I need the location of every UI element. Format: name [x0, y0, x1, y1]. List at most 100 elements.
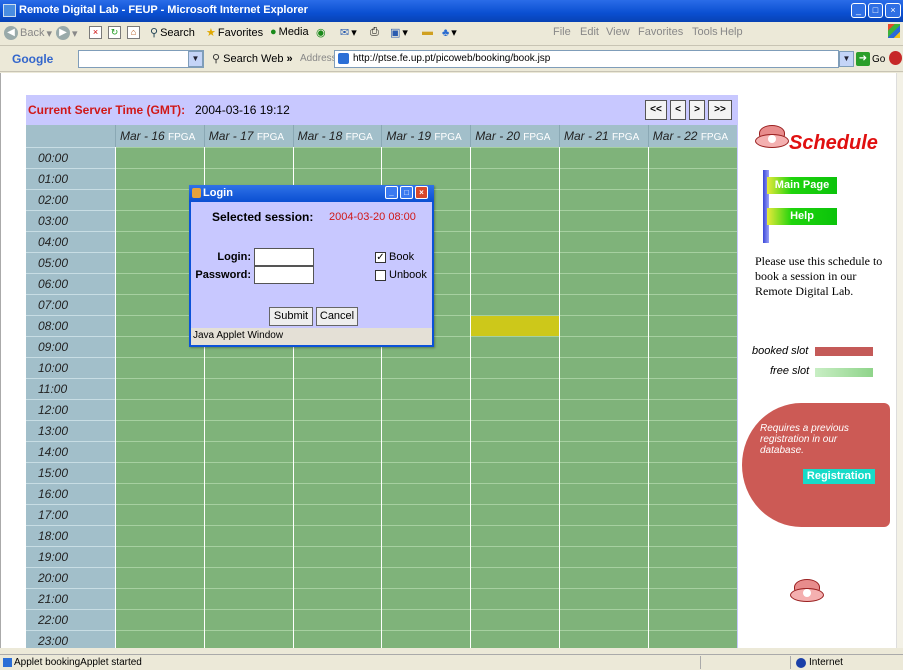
- help-button[interactable]: Help: [767, 208, 837, 225]
- login-input[interactable]: [254, 248, 314, 266]
- time-slot[interactable]: [471, 546, 559, 567]
- time-slot[interactable]: [116, 462, 204, 483]
- time-slot[interactable]: [204, 147, 293, 168]
- time-slot[interactable]: [648, 441, 737, 462]
- time-slot[interactable]: [382, 462, 471, 483]
- time-slot[interactable]: [471, 378, 559, 399]
- time-slot[interactable]: [471, 609, 559, 630]
- time-slot[interactable]: [116, 630, 204, 648]
- unbook-checkbox[interactable]: Unbook: [375, 269, 427, 281]
- time-slot[interactable]: [471, 483, 559, 504]
- time-slot[interactable]: [560, 210, 648, 231]
- nav-last-button[interactable]: >>: [708, 100, 732, 120]
- dialog-minimize-button[interactable]: _: [385, 186, 398, 199]
- time-slot[interactable]: [560, 462, 648, 483]
- time-slot[interactable]: [382, 630, 471, 648]
- dialog-close-button[interactable]: ×: [415, 186, 428, 199]
- time-slot[interactable]: [471, 399, 559, 420]
- menu-file[interactable]: File: [553, 26, 571, 38]
- time-slot[interactable]: [560, 546, 648, 567]
- time-slot[interactable]: [648, 399, 737, 420]
- time-slot[interactable]: [382, 525, 471, 546]
- media-button[interactable]: ● Media: [270, 26, 309, 38]
- time-slot[interactable]: [293, 567, 382, 588]
- time-slot[interactable]: [204, 504, 293, 525]
- time-slot[interactable]: [116, 525, 204, 546]
- time-slot[interactable]: [293, 399, 382, 420]
- selected-time-slot[interactable]: [471, 315, 559, 336]
- time-slot[interactable]: [204, 420, 293, 441]
- google-logo[interactable]: Google: [12, 52, 53, 66]
- book-checkbox[interactable]: ✓ Book: [375, 251, 414, 263]
- time-slot[interactable]: [648, 525, 737, 546]
- time-slot[interactable]: [204, 546, 293, 567]
- time-slot[interactable]: [293, 525, 382, 546]
- time-slot[interactable]: [116, 504, 204, 525]
- time-slot[interactable]: [560, 441, 648, 462]
- time-slot[interactable]: [560, 483, 648, 504]
- refresh-button[interactable]: ↻: [108, 26, 121, 39]
- edit-page-button[interactable]: ▣ ▾: [390, 26, 408, 39]
- time-slot[interactable]: [471, 252, 559, 273]
- menu-edit[interactable]: Edit: [580, 26, 599, 38]
- address-input[interactable]: http://ptse.fe.up.pt/picoweb/booking/boo…: [334, 50, 839, 68]
- time-slot[interactable]: [560, 525, 648, 546]
- time-slot[interactable]: [116, 357, 204, 378]
- go-button[interactable]: ➜ Go: [856, 52, 885, 66]
- time-slot[interactable]: [648, 630, 737, 648]
- nav-first-button[interactable]: <<: [645, 100, 667, 120]
- time-slot[interactable]: [648, 231, 737, 252]
- time-slot[interactable]: [471, 420, 559, 441]
- time-slot[interactable]: [648, 609, 737, 630]
- time-slot[interactable]: [204, 357, 293, 378]
- time-slot[interactable]: [471, 525, 559, 546]
- time-slot[interactable]: [204, 588, 293, 609]
- print-button[interactable]: ⎙: [370, 26, 379, 39]
- time-slot[interactable]: [560, 315, 648, 336]
- time-slot[interactable]: [648, 336, 737, 357]
- time-slot[interactable]: [648, 483, 737, 504]
- time-slot[interactable]: [382, 399, 471, 420]
- page-scrollbar[interactable]: [896, 73, 903, 648]
- time-slot[interactable]: [204, 462, 293, 483]
- time-slot[interactable]: [116, 483, 204, 504]
- time-slot[interactable]: [382, 441, 471, 462]
- search-button[interactable]: ⚲ Search: [150, 26, 195, 40]
- more-chevron[interactable]: »: [287, 53, 293, 65]
- time-slot[interactable]: [293, 462, 382, 483]
- time-slot[interactable]: [471, 189, 559, 210]
- time-slot[interactable]: [293, 588, 382, 609]
- time-slot[interactable]: [293, 630, 382, 648]
- time-slot[interactable]: [560, 378, 648, 399]
- time-slot[interactable]: [382, 567, 471, 588]
- time-slot[interactable]: [560, 147, 648, 168]
- time-slot[interactable]: [471, 462, 559, 483]
- dialog-maximize-button[interactable]: □: [400, 186, 413, 199]
- menu-help[interactable]: Help: [720, 26, 743, 38]
- time-slot[interactable]: [560, 273, 648, 294]
- main-page-button[interactable]: Main Page: [767, 177, 837, 194]
- favorites-button[interactable]: ★ Favorites: [206, 26, 263, 40]
- time-slot[interactable]: [471, 168, 559, 189]
- time-slot[interactable]: [382, 483, 471, 504]
- time-slot[interactable]: [648, 315, 737, 336]
- time-slot[interactable]: [560, 336, 648, 357]
- time-slot[interactable]: [648, 546, 737, 567]
- nav-next-button[interactable]: >: [689, 100, 705, 120]
- time-slot[interactable]: [382, 546, 471, 567]
- submit-button[interactable]: Submit: [269, 307, 313, 326]
- stop-button[interactable]: ×: [89, 26, 102, 39]
- time-slot[interactable]: [471, 294, 559, 315]
- time-slot[interactable]: [648, 588, 737, 609]
- time-slot[interactable]: [648, 378, 737, 399]
- time-slot[interactable]: [116, 147, 204, 168]
- registration-button[interactable]: Registration: [803, 469, 875, 484]
- time-slot[interactable]: [560, 630, 648, 648]
- time-slot[interactable]: [560, 252, 648, 273]
- home-button[interactable]: ⌂: [127, 26, 140, 39]
- time-slot[interactable]: [471, 231, 559, 252]
- time-slot[interactable]: [560, 609, 648, 630]
- time-slot[interactable]: [471, 147, 559, 168]
- time-slot[interactable]: [116, 588, 204, 609]
- time-slot[interactable]: [293, 441, 382, 462]
